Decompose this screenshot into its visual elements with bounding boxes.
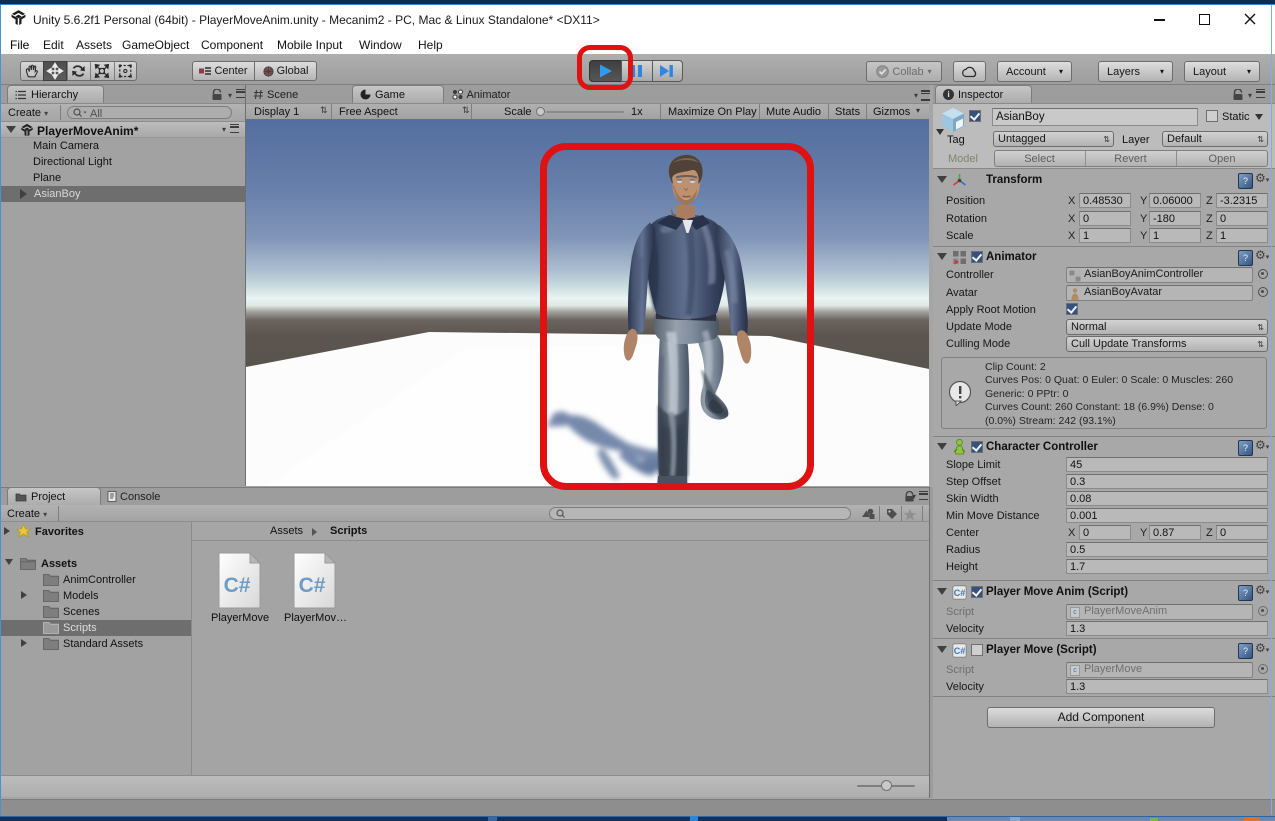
svg-text:C#: C# [299, 574, 326, 597]
svg-text:C#: C# [954, 646, 966, 656]
svg-text:C#: C# [954, 588, 966, 598]
svg-text:C#: C# [224, 574, 251, 597]
